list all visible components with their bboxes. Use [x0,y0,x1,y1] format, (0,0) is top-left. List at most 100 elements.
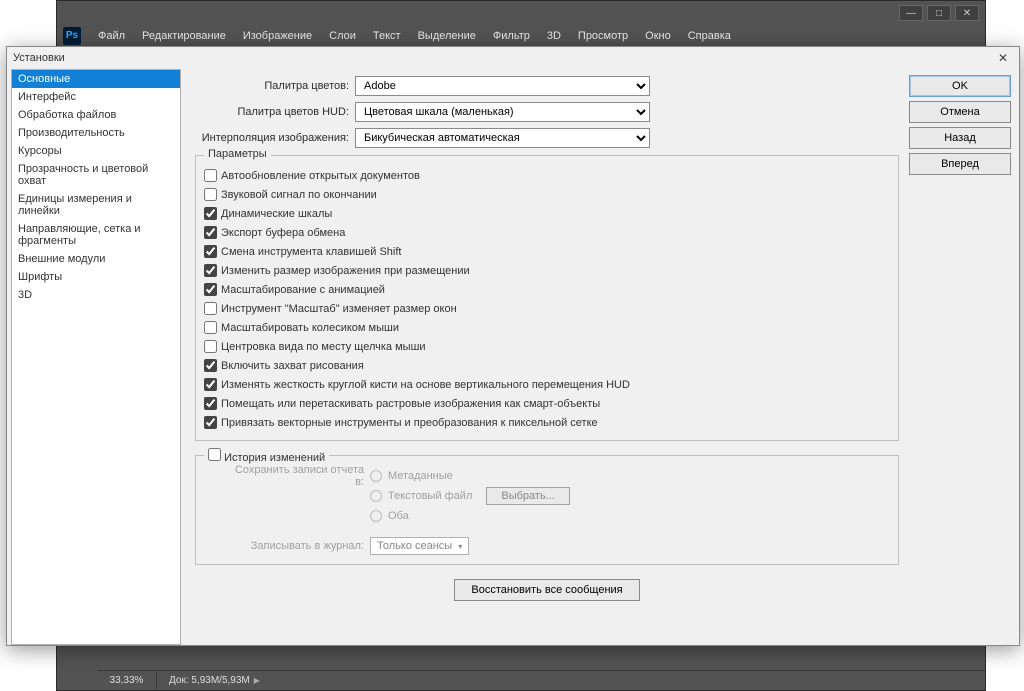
option-row: Включить захват рисования [204,356,890,375]
option-row: Динамические шкалы [204,204,890,223]
history-legend: История изменений [204,448,329,464]
option-label: Масштабирование с анимацией [221,284,385,296]
option-checkbox[interactable] [204,226,217,239]
titlebar: — □ ✕ [57,1,985,25]
menu-select[interactable]: Выделение [410,27,484,45]
interpolation-label: Интерполяция изображения: [195,132,355,144]
color-picker-label: Палитра цветов: [195,80,355,92]
option-row: Экспорт буфера обмена [204,223,890,242]
menu-filter[interactable]: Фильтр [485,27,538,45]
history-log-checkbox[interactable] [208,448,221,461]
sidebar-item-transparency[interactable]: Прозрачность и цветовой охват [12,160,180,190]
radio-both-label: Оба [388,510,409,522]
menu-layer[interactable]: Слои [321,27,364,45]
option-checkbox[interactable] [204,188,217,201]
option-label: Смена инструмента клавишей Shift [221,246,401,258]
close-button[interactable]: ✕ [955,5,979,21]
option-checkbox[interactable] [204,283,217,296]
radio-metadata-label: Метаданные [388,470,453,482]
option-row: Инструмент "Масштаб" изменяет размер око… [204,299,890,318]
maximize-button[interactable]: □ [927,5,951,21]
restore-dialogs-button[interactable]: Восстановить все сообщения [454,579,639,601]
option-label: Привязать векторные инструменты и преобр… [221,417,598,429]
hud-picker-select[interactable]: Цветовая шкала (маленькая) [355,102,650,122]
option-checkbox[interactable] [204,359,217,372]
sidebar-item-guides[interactable]: Направляющие, сетка и фрагменты [12,220,180,250]
option-row: Привязать векторные инструменты и преобр… [204,413,890,432]
minimize-button[interactable]: — [899,5,923,21]
menu-3d[interactable]: 3D [539,27,569,45]
option-row: Изменить размер изображения при размещен… [204,261,890,280]
dialog-title: Установки [13,52,65,64]
option-checkbox[interactable] [204,321,217,334]
menu-edit[interactable]: Редактирование [134,27,234,45]
menu-view[interactable]: Просмотр [570,27,636,45]
option-row: Звуковой сигнал по окончании [204,185,890,204]
option-checkbox[interactable] [204,340,217,353]
option-checkbox[interactable] [204,264,217,277]
option-label: Автообновление открытых документов [221,170,420,182]
next-button[interactable]: Вперед [909,153,1011,175]
option-label: Инструмент "Масштаб" изменяет размер око… [221,303,457,315]
menu-file[interactable]: Файл [90,27,133,45]
history-fieldset: История изменений Сохранить записи отчет… [195,455,899,565]
option-checkbox[interactable] [204,378,217,391]
sidebar-item-performance[interactable]: Производительность [12,124,180,142]
color-picker-select[interactable]: Adobe [355,76,650,96]
option-row: Масштабирование с анимацией [204,280,890,299]
cancel-button[interactable]: Отмена [909,101,1011,123]
dialog-close-icon[interactable]: ✕ [993,50,1013,66]
menu-help[interactable]: Справка [680,27,739,45]
option-label: Масштабировать колесиком мыши [221,322,399,334]
menu-image[interactable]: Изображение [235,27,320,45]
history-log-select: Только сеансы [370,537,469,555]
history-save-label: Сохранить записи отчета в: [224,464,364,488]
choose-file-button: Выбрать... [486,487,569,505]
chevron-right-icon[interactable]: ▶ [254,676,260,685]
option-label: Экспорт буфера обмена [221,227,345,239]
option-checkbox[interactable] [204,245,217,258]
option-row: Центровка вида по месту щелчка мыши [204,337,890,356]
option-label: Изменить размер изображения при размещен… [221,265,470,277]
option-checkbox[interactable] [204,302,217,315]
menu-window[interactable]: Окно [637,27,679,45]
sidebar-item-general[interactable]: Основные [12,70,180,88]
option-row: Смена инструмента клавишей Shift [204,242,890,261]
status-zoom[interactable]: 33,33% [97,672,157,689]
option-checkbox[interactable] [204,169,217,182]
interpolation-select[interactable]: Бикубическая автоматическая [355,128,650,148]
app-logo: Ps [63,27,81,45]
radio-both [370,510,382,522]
radio-metadata [370,470,382,482]
sidebar-item-cursors[interactable]: Курсоры [12,142,180,160]
option-checkbox[interactable] [204,397,217,410]
radio-textfile [370,490,382,502]
sidebar-item-type[interactable]: Шрифты [12,268,180,286]
option-checkbox[interactable] [204,207,217,220]
pref-sidebar: Основные Интерфейс Обработка файлов Прои… [11,69,181,645]
sidebar-item-units[interactable]: Единицы измерения и линейки [12,190,180,220]
option-row: Автообновление открытых документов [204,166,890,185]
menubar: Ps Файл Редактирование Изображение Слои … [57,25,985,47]
sidebar-item-3d[interactable]: 3D [12,286,180,304]
option-row: Масштабировать колесиком мыши [204,318,890,337]
option-label: Центровка вида по месту щелчка мыши [221,341,426,353]
hud-picker-label: Палитра цветов HUD: [195,106,355,118]
sidebar-item-plugins[interactable]: Внешние модули [12,250,180,268]
dialog-buttons: OK Отмена Назад Вперед [909,69,1019,645]
option-row: Помещать или перетаскивать растровые изо… [204,394,890,413]
options-fieldset: Параметры Автообновление открытых докуме… [195,155,899,441]
preferences-dialog: Установки ✕ Основные Интерфейс Обработка… [6,46,1020,646]
history-log-label: Записывать в журнал: [224,540,364,552]
ok-button[interactable]: OK [909,75,1011,97]
option-label: Изменять жесткость круглой кисти на осно… [221,379,630,391]
sidebar-item-filehandling[interactable]: Обработка файлов [12,106,180,124]
option-label: Динамические шкалы [221,208,332,220]
prev-button[interactable]: Назад [909,127,1011,149]
menu-type[interactable]: Текст [365,27,409,45]
option-row: Изменять жесткость круглой кисти на осно… [204,375,890,394]
sidebar-item-interface[interactable]: Интерфейс [12,88,180,106]
option-label: Звуковой сигнал по окончании [221,189,377,201]
option-checkbox[interactable] [204,416,217,429]
radio-textfile-label: Текстовый файл [388,490,472,502]
